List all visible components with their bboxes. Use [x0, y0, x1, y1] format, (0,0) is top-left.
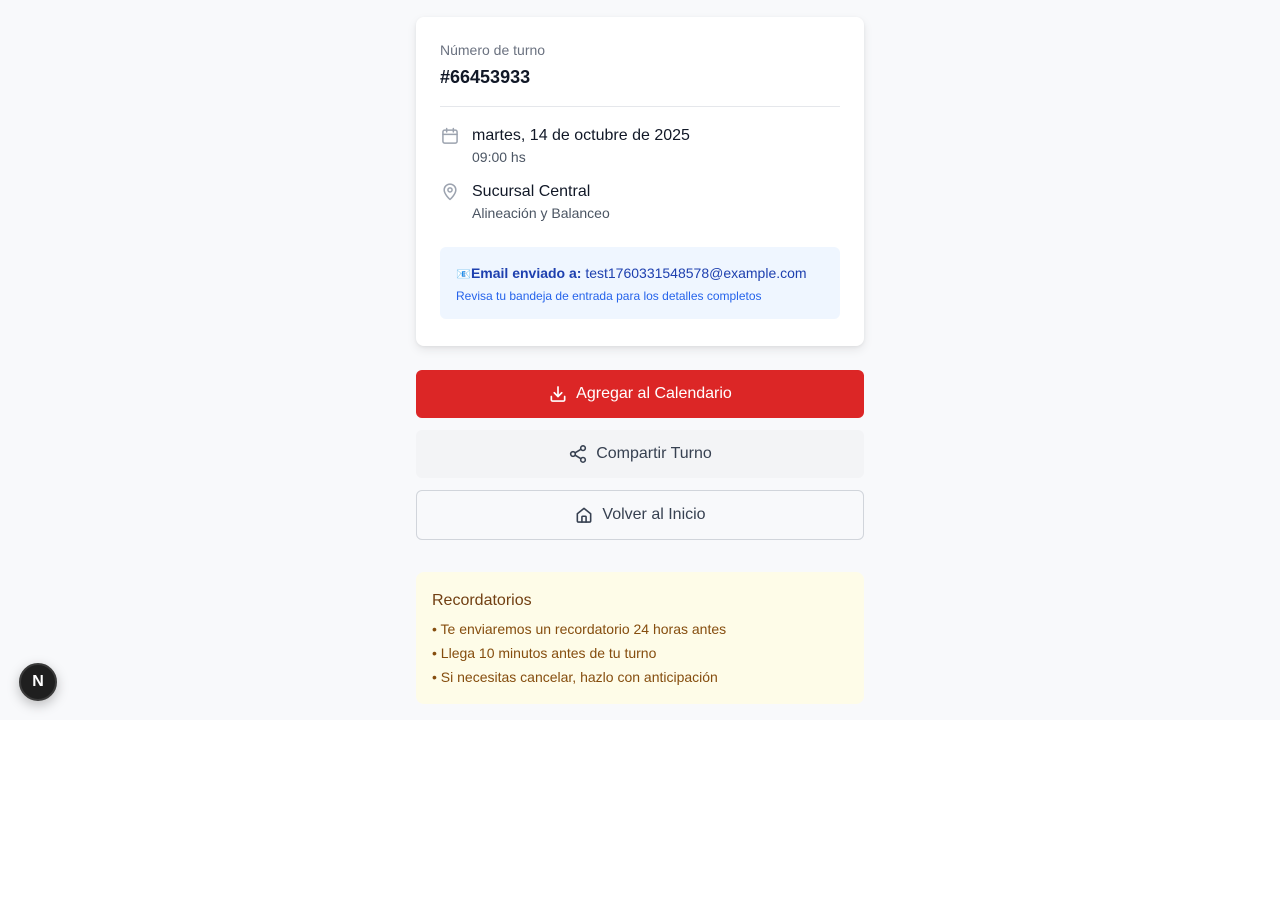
confirmation-column: Número de turno #66453933 martes, 14 de …: [416, 17, 864, 704]
reminders-title: Recordatorios: [432, 592, 532, 609]
reminders-list: • Te enviaremos un recordatorio 24 horas…: [432, 617, 848, 689]
turno-label: Número de turno: [440, 42, 546, 58]
appointment-card: Número de turno #66453933 martes, 14 de …: [416, 17, 864, 346]
divider: [440, 106, 840, 107]
back-home-button[interactable]: Volver al Inicio: [416, 490, 864, 540]
email-label: Email enviado a:: [470, 265, 582, 281]
share-appointment-label: Compartir Turno: [596, 445, 712, 462]
back-home-label: Volver al Inicio: [602, 506, 706, 523]
email-line: 📧Email enviado a: test1760331548578@exam…: [456, 263, 824, 284]
reminders-box: Recordatorios • Te enviaremos un recorda…: [416, 572, 864, 704]
add-to-calendar-button[interactable]: Agregar al Calendario: [416, 370, 864, 418]
map-pin-icon: [440, 182, 460, 202]
share-appointment-button[interactable]: Compartir Turno: [416, 430, 864, 478]
turno-number: #66453933: [440, 67, 531, 87]
home-icon: [576, 507, 592, 523]
share-icon: [570, 445, 587, 463]
appointment-time: 09:00 hs: [472, 149, 526, 165]
location-info: Sucursal Central Alineación y Balanceo: [472, 181, 610, 223]
date-row: martes, 14 de octubre de 2025 09:00 hs: [440, 125, 840, 167]
email-note: Revisa tu bandeja de entrada para los de…: [456, 289, 762, 303]
add-to-calendar-label: Agregar al Calendario: [576, 385, 732, 402]
branch-name: Sucursal Central: [472, 183, 591, 200]
email-address: test1760331548578@example.com: [585, 265, 807, 281]
calendar-icon: [440, 126, 460, 146]
nextjs-dev-badge[interactable]: N: [19, 663, 57, 701]
nextjs-logo-icon: N: [32, 673, 44, 690]
reminder-item: • Te enviaremos un recordatorio 24 horas…: [432, 621, 727, 637]
date-info: martes, 14 de octubre de 2025 09:00 hs: [472, 125, 690, 167]
location-row: Sucursal Central Alineación y Balanceo: [440, 181, 840, 223]
reminder-item: • Llega 10 minutos antes de tu turno: [432, 645, 657, 661]
service-name: Alineación y Balanceo: [472, 205, 610, 221]
reminder-item: • Si necesitas cancelar, hazlo con antic…: [432, 669, 718, 685]
download-icon: [550, 386, 566, 402]
email-icon: 📧: [456, 267, 471, 281]
email-notice: 📧Email enviado a: test1760331548578@exam…: [440, 247, 840, 319]
appointment-date: martes, 14 de octubre de 2025: [472, 127, 690, 144]
